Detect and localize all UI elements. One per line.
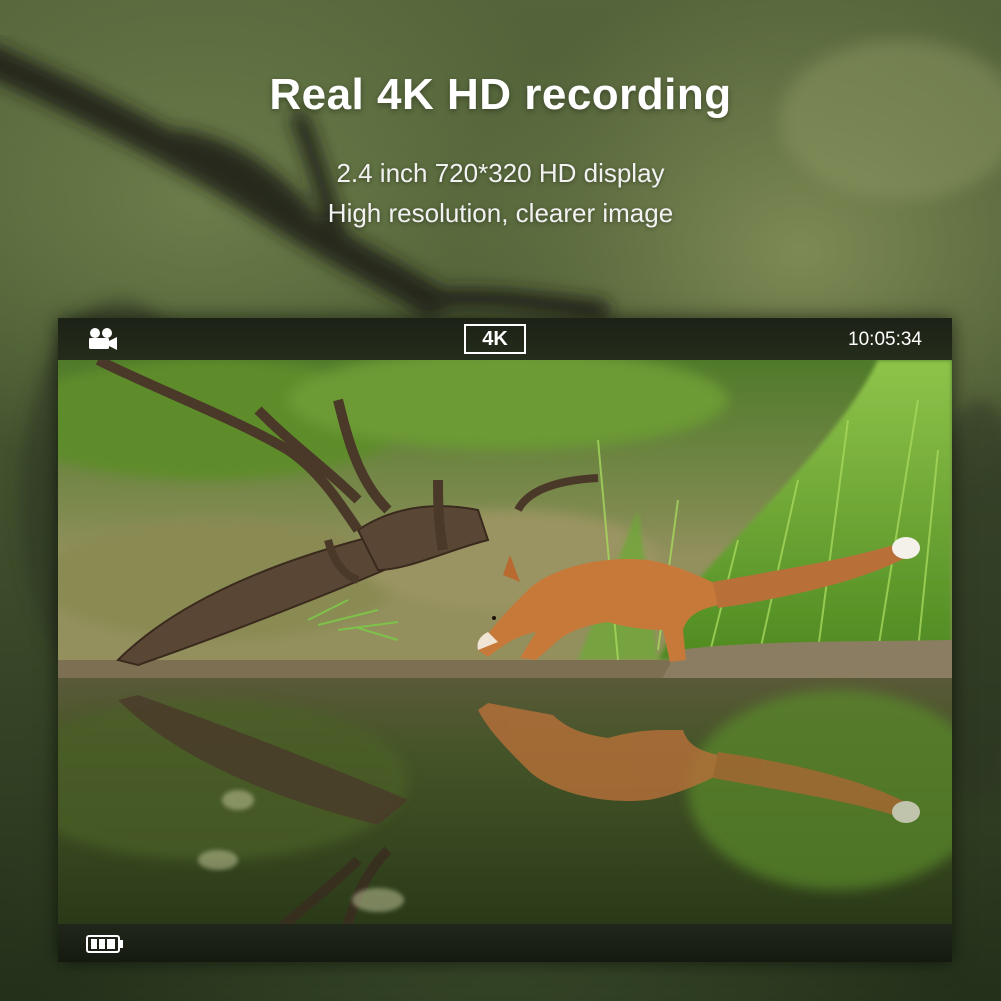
- headline: Real 4K HD recording: [269, 70, 732, 119]
- recording-time: 10:05:34: [848, 329, 922, 350]
- resolution-badge: 4K: [464, 324, 526, 354]
- screen-bottom-bar: [58, 924, 952, 962]
- battery-full-icon: [86, 935, 123, 953]
- subtitle-resolution: High resolution, clearer image: [327, 198, 674, 228]
- camera-screen: 4K 10:05:34: [58, 318, 952, 962]
- screen-status-bar: 4K 10:05:34: [58, 318, 952, 360]
- subtitle-display-spec: 2.4 inch 720*320 HD display: [336, 158, 665, 188]
- video-camera-icon: [89, 328, 117, 350]
- fox-drinking-at-water-photo: [58, 360, 952, 924]
